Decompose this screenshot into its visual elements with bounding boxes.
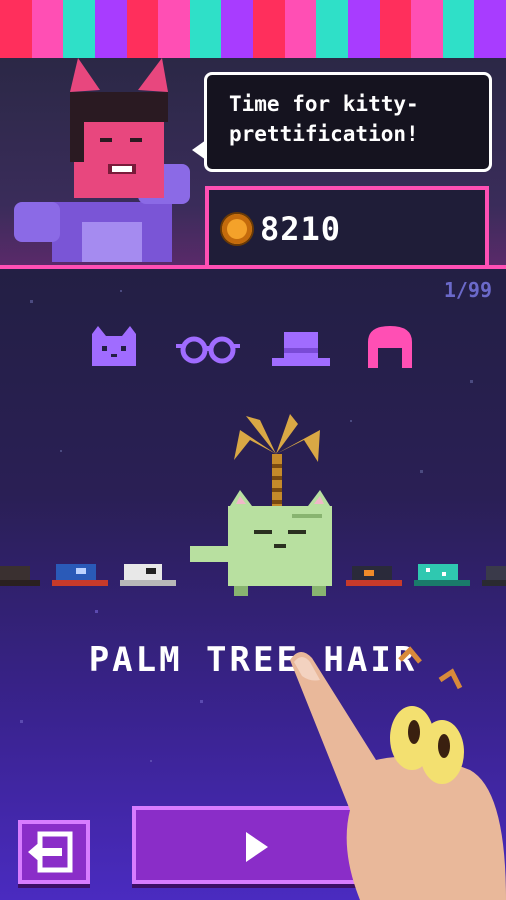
awning-stripe — [347, 0, 380, 58]
carousel-item-white-cap[interactable] — [120, 560, 176, 590]
coin-count: 8210 — [260, 210, 342, 248]
awning-stripe — [94, 0, 127, 58]
cat-face-icon — [92, 326, 136, 366]
awning-stripe — [158, 0, 190, 58]
awning-stripe — [189, 0, 222, 58]
awning-stripe — [221, 0, 253, 58]
awning-stripe — [0, 0, 32, 58]
awning-stripe — [411, 0, 443, 58]
awning-stripe — [253, 0, 285, 58]
awning — [0, 0, 506, 58]
page-counter: 1/99 — [443, 278, 492, 302]
awning-stripe — [284, 0, 317, 58]
carousel-item-dark-cap[interactable] — [346, 560, 402, 590]
selected-item-name: PALM TREE HAIR — [88, 640, 418, 680]
awning-stripe — [379, 0, 412, 58]
tab-glasses[interactable] — [176, 324, 240, 374]
hat-icon — [272, 332, 330, 366]
speech-bubble: Time for kitty- prettification! — [204, 72, 492, 172]
carousel-item-blue-cap[interactable] — [52, 560, 108, 590]
glasses-icon — [176, 336, 240, 364]
header-border — [0, 265, 506, 269]
carousel-item-cap-1[interactable] — [0, 560, 40, 590]
back-button[interactable] — [18, 820, 90, 884]
tab-hats[interactable] — [270, 324, 330, 374]
awning-stripe — [474, 0, 506, 58]
tab-hair[interactable] — [360, 324, 420, 374]
carousel-item-teal-cap[interactable] — [414, 560, 470, 590]
speech-line-2: prettification! — [229, 122, 419, 146]
coin-icon — [222, 214, 252, 244]
host-avatar — [14, 58, 190, 262]
awning-stripe — [63, 0, 95, 58]
awning-stripe — [126, 0, 159, 58]
awning-stripe — [31, 0, 64, 58]
awning-stripe — [316, 0, 348, 58]
play-button[interactable] — [132, 806, 492, 884]
hair-icon — [368, 326, 412, 368]
awning-stripe — [442, 0, 475, 58]
play-icon — [246, 832, 268, 862]
kitty-character — [190, 414, 332, 596]
speech-line-1: Time for kitty- — [229, 92, 419, 116]
carousel-item-cap-6[interactable] — [482, 560, 506, 590]
exit-icon — [28, 831, 73, 873]
tab-cat-color[interactable] — [84, 324, 144, 374]
